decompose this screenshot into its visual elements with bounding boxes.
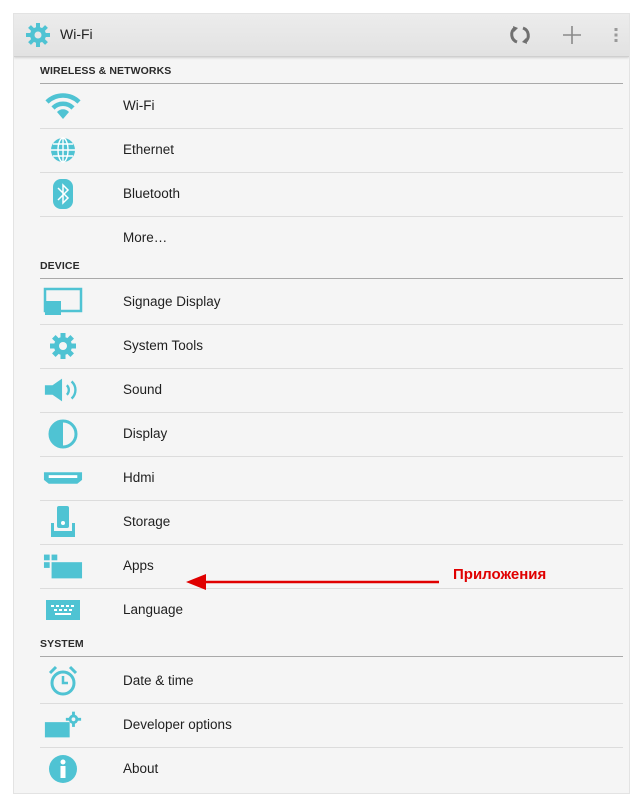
alarm-clock-icon: [43, 664, 83, 698]
settings-item-label: About: [123, 761, 159, 776]
settings-item-about[interactable]: About: [40, 747, 623, 791]
annotation-arrow: [186, 574, 439, 590]
storage-icon: [43, 505, 83, 539]
add-icon[interactable]: [560, 23, 584, 47]
apps-icon: [43, 549, 83, 583]
settings-item-more[interactable]: More…: [40, 216, 623, 260]
developer-options-icon: [43, 708, 83, 742]
action-bar: Wi-Fi: [14, 14, 629, 57]
settings-item-language[interactable]: Language: [40, 588, 623, 632]
annotation-label: Приложения: [453, 566, 547, 583]
settings-item-developer-options[interactable]: Developer options: [40, 703, 623, 748]
settings-item-wifi[interactable]: Wi-Fi: [40, 84, 623, 129]
section-header-system: SYSTEM: [40, 638, 623, 657]
settings-item-label: Developer options: [123, 717, 232, 732]
settings-item-label: Display: [123, 426, 168, 441]
settings-item-ethernet[interactable]: Ethernet: [40, 128, 623, 173]
overflow-menu-icon[interactable]: [610, 23, 622, 47]
settings-gear-icon[interactable]: [24, 21, 52, 49]
ethernet-globe-icon: [43, 133, 83, 167]
settings-item-label: Apps: [123, 558, 154, 573]
settings-item-date-time[interactable]: Date & time: [40, 659, 623, 704]
settings-item-label: Storage: [123, 514, 171, 529]
section-header-wireless: WIRELESS & NETWORKS: [40, 65, 623, 84]
settings-item-label: More…: [123, 230, 168, 245]
gear-icon: [43, 329, 83, 363]
settings-item-label: Hdmi: [123, 470, 155, 485]
settings-item-label: Language: [123, 602, 184, 617]
signage-display-icon: [43, 285, 83, 319]
settings-item-signage-display[interactable]: Signage Display: [40, 280, 623, 325]
settings-item-storage[interactable]: Storage: [40, 500, 623, 545]
section-header-device: DEVICE: [40, 260, 623, 279]
sync-icon[interactable]: [508, 23, 532, 47]
settings-item-label: Signage Display: [123, 294, 221, 309]
wifi-icon: [43, 89, 83, 123]
bluetooth-icon: [43, 177, 83, 211]
settings-item-label: Bluetooth: [123, 186, 181, 201]
keyboard-icon: [43, 593, 83, 627]
settings-item-label: System Tools: [123, 338, 204, 353]
settings-item-sound[interactable]: Sound: [40, 368, 623, 413]
settings-item-label: Wi-Fi: [123, 98, 155, 113]
settings-item-label: Ethernet: [123, 142, 175, 157]
settings-item-hdmi[interactable]: Hdmi: [40, 456, 623, 501]
action-bar-title: Wi-Fi: [60, 26, 93, 42]
brightness-icon: [43, 417, 83, 451]
settings-window: Wi-Fi WIRELESS & NETWORKS Wi-Fi Ethernet…: [13, 13, 630, 794]
hdmi-icon: [43, 461, 83, 495]
settings-item-bluetooth[interactable]: Bluetooth: [40, 172, 623, 217]
info-icon: [43, 752, 83, 786]
settings-item-display[interactable]: Display: [40, 412, 623, 457]
settings-item-system-tools[interactable]: System Tools: [40, 324, 623, 369]
speaker-icon: [43, 373, 83, 407]
settings-item-label: Sound: [123, 382, 163, 397]
settings-item-label: Date & time: [123, 673, 194, 688]
